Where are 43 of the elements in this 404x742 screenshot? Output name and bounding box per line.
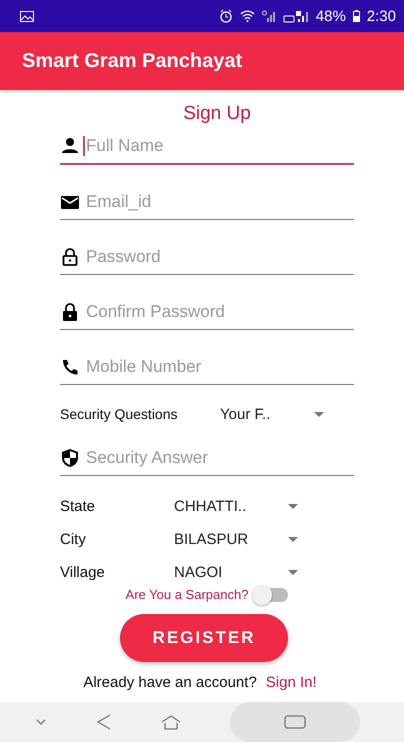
wifi-icon: [240, 10, 255, 22]
image-icon: [20, 10, 34, 22]
caret-icon: [288, 570, 298, 575]
sarpanch-label: Are You a Sarpanch?: [126, 587, 248, 602]
person-icon: [60, 137, 80, 155]
input-field[interactable]: Security Answer: [83, 448, 354, 468]
input-field[interactable]: Mobile Number: [83, 357, 354, 377]
page-heading: Sign Up: [182, 103, 252, 125]
clock-time: 2:30: [366, 8, 396, 24]
back-icon[interactable]: [96, 713, 112, 731]
account-prompt: Already have an account?: [83, 674, 257, 691]
input-field[interactable]: Full Name: [83, 136, 354, 156]
signal-icon: [282, 10, 309, 22]
input-field[interactable]: Password: [83, 247, 354, 267]
caret-icon: [288, 537, 298, 542]
recents-icon: [284, 715, 306, 729]
home-icon[interactable]: [160, 714, 180, 730]
sign-in-link[interactable]: Sign In!: [266, 674, 317, 691]
field-label: City: [60, 531, 87, 548]
padlock-icon: [60, 248, 80, 266]
input-field[interactable]: Confirm Password: [83, 302, 354, 322]
toggle-switch[interactable]: [254, 588, 288, 602]
caret-icon: [288, 504, 298, 509]
caret-icon: [314, 412, 324, 416]
signal-icon: [262, 10, 276, 22]
alarm-icon: [218, 9, 233, 23]
field-label: Village: [60, 564, 106, 581]
shield-icon: [60, 448, 80, 468]
field-label: Security Questions: [60, 406, 178, 422]
location-dropdown[interactable]: CHHATTI..: [174, 498, 304, 515]
battery-icon: [352, 10, 360, 22]
question-dropdown[interactable]: Your F..: [220, 406, 330, 422]
phone-icon: [60, 358, 80, 376]
field-label: State: [60, 498, 96, 515]
chevron-down-icon[interactable]: [34, 718, 46, 726]
input-field[interactable]: Email_id: [83, 192, 354, 212]
envelope-icon: [60, 193, 80, 211]
padlock-icon: [60, 303, 80, 321]
app-title: Smart Gram Panchayat: [22, 50, 242, 72]
location-dropdown[interactable]: BILASPUR: [174, 531, 304, 548]
location-dropdown[interactable]: NAGOI: [174, 564, 304, 581]
register-button[interactable]: REGISTER: [120, 614, 288, 662]
battery-percentage: 48%: [316, 8, 346, 24]
